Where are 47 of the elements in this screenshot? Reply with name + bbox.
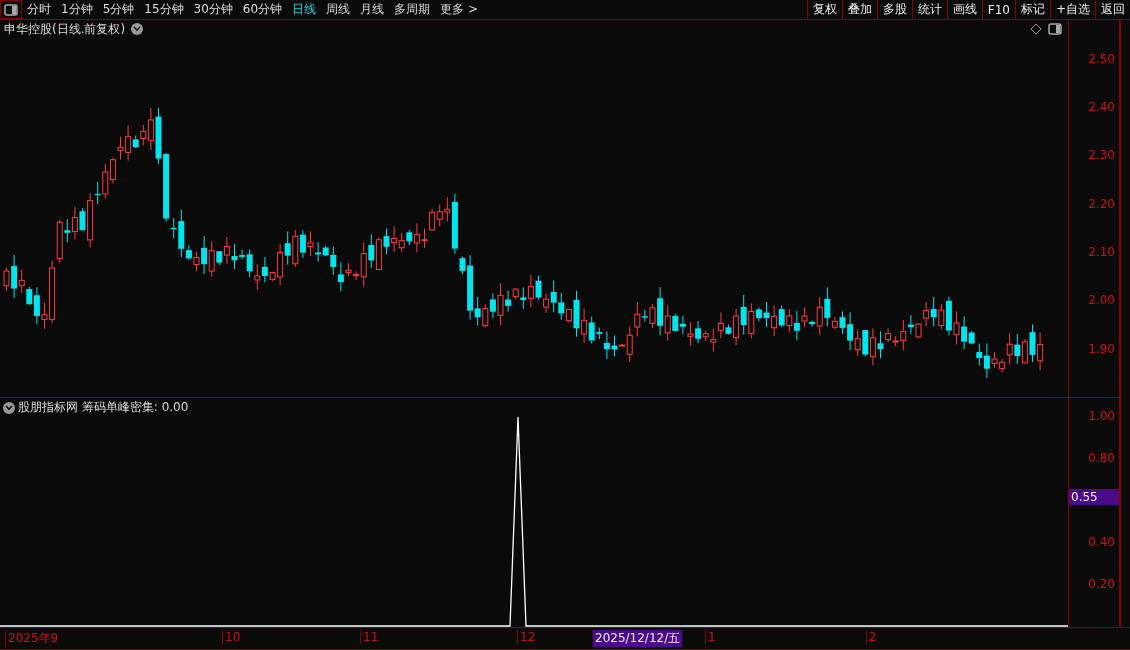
chevron-icon[interactable] [3, 401, 15, 414]
period-tab[interactable]: 5分钟 [97, 1, 140, 18]
toolbar-button[interactable]: 画线 [946, 0, 982, 19]
cursor-date-label: 2025/12/12/五 [593, 630, 683, 647]
price-label: 2.40 [1088, 100, 1115, 114]
chevron-icon[interactable] [131, 23, 144, 35]
period-tab[interactable]: 多周期 [389, 1, 436, 18]
date-label: 10 [222, 630, 241, 644]
period-tab[interactable]: 更多 > [435, 1, 483, 18]
period-tab[interactable]: 月线 [355, 1, 390, 18]
value-label: 0.80 [1088, 451, 1115, 465]
price-label: 2.10 [1088, 245, 1115, 259]
price-label: 2.00 [1088, 293, 1115, 307]
period-tab[interactable]: 周线 [321, 1, 356, 18]
toolbar-button[interactable]: 复权 [806, 0, 842, 19]
date-label: 2025年9 [5, 630, 59, 647]
price-label: 2.30 [1088, 148, 1115, 162]
toolbar-button[interactable]: 统计 [911, 0, 947, 19]
panel-toggle-button[interactable] [0, 0, 22, 19]
value-label: 0.20 [1088, 577, 1115, 591]
date-label: 1 [705, 630, 716, 644]
period-tab[interactable]: 分时 [22, 1, 56, 18]
date-label: 12 [517, 630, 536, 644]
toolbar-button[interactable]: F10 [981, 0, 1015, 19]
chart-title: 申华控股(日线.前复权) [4, 20, 126, 38]
diamond-icon[interactable] [1030, 23, 1042, 35]
cursor-value-label: 0.55 [1069, 489, 1119, 505]
period-tab[interactable]: 15分钟 [139, 1, 189, 18]
toolbar-button[interactable]: 标记 [1014, 0, 1050, 19]
period-tab[interactable]: 60分钟 [237, 1, 288, 18]
panel-icon[interactable] [1048, 23, 1062, 35]
price-label: 2.50 [1088, 52, 1115, 66]
toolbar-button[interactable]: 多股 [876, 0, 912, 19]
date-label: 2 [866, 630, 877, 644]
value-label: 0.40 [1088, 535, 1115, 549]
period-tab[interactable]: 日线 [287, 1, 322, 18]
price-label: 1.90 [1088, 342, 1115, 356]
period-tab[interactable]: 30分钟 [188, 1, 238, 18]
period-tab[interactable]: 1分钟 [56, 1, 98, 18]
toolbar-button[interactable]: 叠加 [841, 0, 877, 19]
panel-icon [4, 3, 18, 16]
value-label: 1.00 [1088, 409, 1115, 423]
toolbar-button[interactable]: 返回 [1095, 0, 1130, 19]
toolbar-button[interactable]: +自选 [1049, 0, 1095, 19]
price-label: 2.20 [1088, 197, 1115, 211]
date-label: 11 [360, 630, 379, 644]
indicator-title: 股朋指标网 筹码单峰密集: 0.00 [18, 399, 189, 416]
